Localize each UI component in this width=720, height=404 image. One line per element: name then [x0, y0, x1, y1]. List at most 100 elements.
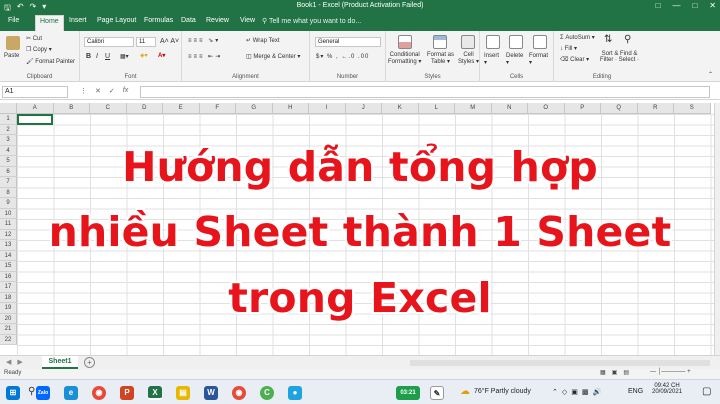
- next-sheet-icon[interactable]: ▶: [17, 358, 22, 366]
- view-buttons[interactable]: ▦▣▤: [600, 369, 635, 376]
- minimize-icon[interactable]: —: [672, 1, 680, 10]
- row-header[interactable]: 2: [0, 124, 17, 135]
- app-icon[interactable]: ●: [288, 386, 302, 400]
- font-color-icon[interactable]: A▾: [158, 52, 165, 59]
- powerpoint-icon[interactable]: P: [120, 386, 134, 400]
- excel-icon[interactable]: X: [148, 386, 162, 400]
- recording-timer[interactable]: 03:21: [396, 386, 420, 400]
- number-format-select[interactable]: General: [315, 37, 381, 47]
- column-header[interactable]: D: [126, 103, 163, 114]
- row-header[interactable]: 9: [0, 198, 17, 209]
- bold-button[interactable]: B: [86, 53, 91, 60]
- column-header[interactable]: I: [309, 103, 346, 114]
- select-all-corner[interactable]: [0, 103, 17, 114]
- selected-cell-a1[interactable]: [17, 114, 53, 125]
- zoom-slider[interactable]: — │———— +: [650, 369, 691, 375]
- row-header[interactable]: 22: [0, 334, 17, 345]
- column-header[interactable]: M: [455, 103, 492, 114]
- insert-function-icon[interactable]: fx: [123, 87, 128, 95]
- file-explorer-icon[interactable]: ▤: [176, 386, 190, 400]
- number-format-icons[interactable]: $▾ % , ←.0 .00: [316, 53, 369, 60]
- wrap-text-button[interactable]: ↵ Wrap Text: [246, 37, 280, 44]
- tray-app-icon[interactable]: ✎: [430, 386, 444, 400]
- conditional-formatting-button[interactable]: Conditional Formatting ▾: [388, 52, 421, 65]
- column-header[interactable]: L: [418, 103, 455, 114]
- search-icon[interactable]: ⚲: [28, 386, 35, 397]
- paste-button[interactable]: Paste: [4, 53, 19, 59]
- align-top-icons[interactable]: ≡≡≡ ⇘▾: [188, 37, 220, 44]
- tab-home[interactable]: Home: [35, 15, 64, 31]
- column-header[interactable]: E: [163, 103, 200, 114]
- weather-text[interactable]: 76°F Partly cloudy: [474, 388, 531, 395]
- column-header[interactable]: Q: [601, 103, 638, 114]
- ribbon-display-icon[interactable]: □: [656, 1, 661, 10]
- column-header[interactable]: R: [637, 103, 674, 114]
- underline-button[interactable]: U: [105, 53, 110, 60]
- tab-review[interactable]: Review: [206, 17, 229, 24]
- row-header[interactable]: 21: [0, 324, 17, 335]
- insert-cells-button[interactable]: Insert ▾: [484, 53, 499, 66]
- format-as-table-icon[interactable]: [433, 35, 447, 49]
- column-header[interactable]: S: [674, 103, 711, 114]
- column-header[interactable]: B: [53, 103, 90, 114]
- close-icon[interactable]: ✕: [709, 1, 716, 10]
- prev-sheet-icon[interactable]: ◀: [6, 358, 11, 366]
- word-icon[interactable]: W: [204, 386, 218, 400]
- enter-icon[interactable]: ✓: [109, 87, 115, 95]
- camtasia-icon[interactable]: C: [260, 386, 274, 400]
- sort-filter-icon[interactable]: ⇅: [604, 34, 612, 45]
- chrome-2-icon[interactable]: ◉: [232, 386, 246, 400]
- cell-styles-icon[interactable]: [461, 35, 475, 49]
- format-painter-button[interactable]: 🖌 Format Painter: [26, 58, 75, 65]
- column-header[interactable]: J: [345, 103, 382, 114]
- add-sheet-icon[interactable]: +: [84, 357, 95, 368]
- tab-data[interactable]: Data: [181, 17, 196, 24]
- column-header[interactable]: K: [382, 103, 419, 114]
- edge-icon[interactable]: e: [64, 386, 78, 400]
- tab-view[interactable]: View: [240, 17, 255, 24]
- tab-file[interactable]: File: [8, 17, 19, 24]
- delete-cells-icon[interactable]: [509, 35, 523, 49]
- row-header[interactable]: 1: [0, 114, 17, 125]
- font-name-select[interactable]: Calibri: [84, 37, 134, 47]
- maximize-icon[interactable]: □: [692, 1, 697, 10]
- tab-formulas[interactable]: Formulas: [144, 17, 173, 24]
- paste-icon[interactable]: [6, 36, 20, 50]
- copy-button[interactable]: ❐ Copy ▾: [26, 46, 52, 53]
- clock[interactable]: 09:42 CH 20/09/2021: [652, 383, 682, 395]
- cancel-icon[interactable]: ✕: [95, 87, 101, 95]
- row-header[interactable]: 15: [0, 261, 17, 272]
- merge-center-button[interactable]: ◫ Merge & Center ▾: [246, 53, 300, 60]
- grow-font-button[interactable]: A˄ A˅: [160, 38, 179, 45]
- column-header[interactable]: P: [564, 103, 601, 114]
- cut-button[interactable]: ✂ Cut: [26, 35, 42, 42]
- format-cells-button[interactable]: Format ▾: [529, 53, 548, 66]
- format-as-table-button[interactable]: Format as Table ▾: [427, 52, 454, 65]
- system-tray-icons[interactable]: ⌃◇▣▩🔊: [552, 388, 605, 396]
- sort-find-button[interactable]: Sort & Find & Filter · Select ·: [600, 51, 639, 63]
- tell-me-search[interactable]: ⚲ Tell me what you want to do...: [262, 17, 361, 25]
- column-header[interactable]: F: [199, 103, 236, 114]
- column-header[interactable]: O: [528, 103, 565, 114]
- clear-button[interactable]: ⌫ Clear ▾: [560, 56, 589, 63]
- formula-input[interactable]: [140, 86, 710, 98]
- align-left-icons[interactable]: ≡≡≡ ⇤⇥: [188, 53, 222, 60]
- fill-color-icon[interactable]: ◈▾: [140, 52, 148, 59]
- name-box[interactable]: A1: [2, 86, 68, 98]
- tab-page-layout[interactable]: Page Layout: [97, 17, 136, 24]
- delete-cells-button[interactable]: Delete ▾: [506, 53, 523, 66]
- column-header[interactable]: G: [236, 103, 273, 114]
- find-select-icon[interactable]: ⚲: [624, 34, 631, 45]
- zalo-icon[interactable]: Zalo: [36, 386, 50, 400]
- insert-cells-icon[interactable]: [486, 35, 500, 49]
- notifications-icon[interactable]: ▢: [702, 386, 711, 397]
- tab-insert[interactable]: Insert: [69, 17, 87, 24]
- windows-start-icon[interactable]: ⊞: [6, 386, 20, 400]
- font-size-select[interactable]: 11: [136, 37, 156, 47]
- italic-button[interactable]: I: [96, 53, 98, 60]
- collapse-ribbon-icon[interactable]: ⌃: [708, 71, 713, 78]
- language-indicator[interactable]: ENG: [628, 388, 643, 395]
- column-header[interactable]: N: [491, 103, 528, 114]
- autosum-button[interactable]: Σ AutoSum ▾: [560, 34, 595, 41]
- chrome-icon[interactable]: ◉: [92, 386, 106, 400]
